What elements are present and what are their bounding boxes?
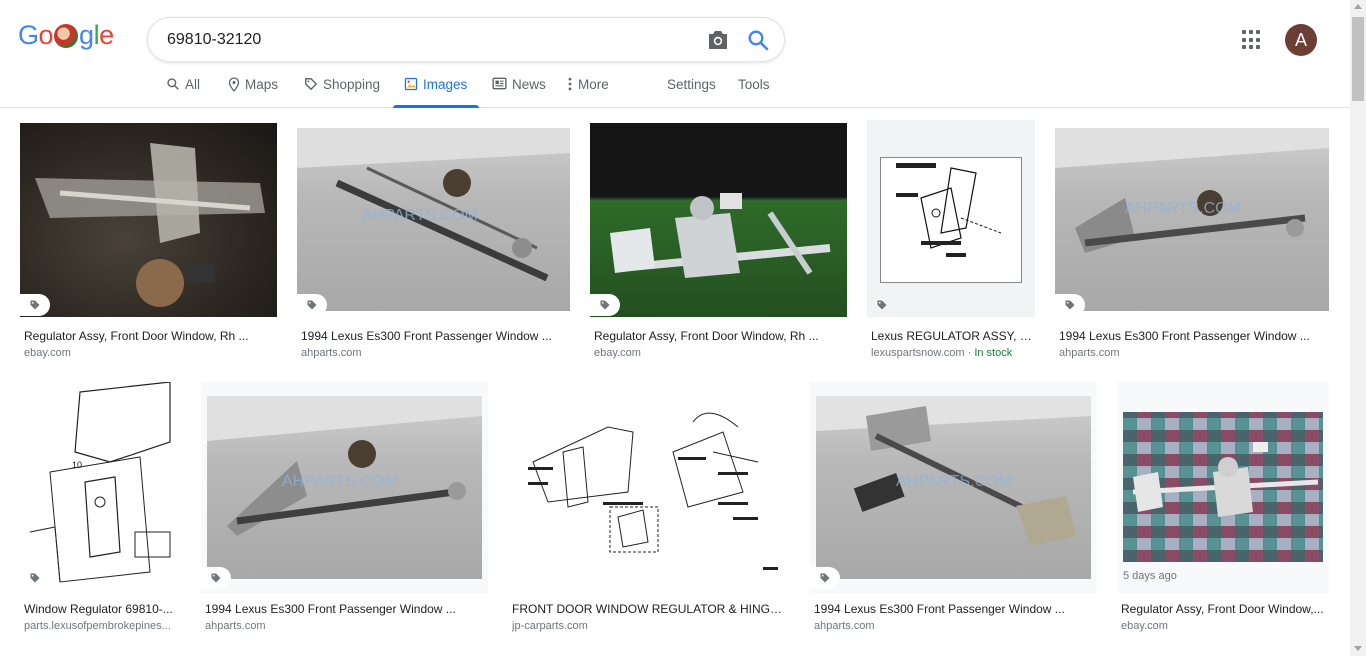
tag-icon (30, 300, 40, 310)
image-result[interactable]: 10 Window Regulator 69810-... parts.lexu… (20, 382, 181, 636)
result-source[interactable]: parts.lexusofpembrokepines... (24, 620, 181, 632)
tab-images[interactable]: Images (393, 68, 479, 108)
image-result[interactable]: 5 days ago Regulator Assy, Front Door Wi… (1117, 382, 1329, 636)
svg-text:10: 10 (72, 460, 82, 470)
result-thumbnail[interactable]: AHPARTS.COM (1055, 123, 1329, 317)
result-source[interactable]: jp-carparts.com (512, 620, 787, 632)
watermark: AHPARTS.COM (282, 473, 398, 490)
news-icon (492, 77, 507, 90)
result-thumbnail[interactable]: 10 (20, 382, 181, 593)
shopping-tag-badge (810, 567, 840, 589)
map-pin-icon (228, 77, 240, 92)
result-title[interactable]: 1994 Lexus Es300 Front Passenger Window … (814, 602, 1094, 616)
search-tabs: All Maps Shopping Images News More Setti… (0, 68, 800, 108)
avatar[interactable]: A (1285, 24, 1317, 56)
result-source[interactable]: ebay.com (24, 347, 274, 359)
active-tab-indicator (393, 105, 479, 108)
result-source[interactable]: lexuspartsnow.com · In stock (871, 347, 1035, 359)
tab-tools[interactable]: Tools (738, 68, 770, 108)
result-thumbnail[interactable]: AHPARTS.COM (810, 382, 1097, 593)
tag-icon (30, 573, 40, 583)
tab-more[interactable]: More (567, 68, 609, 108)
result-source[interactable]: ahparts.com (1059, 347, 1325, 359)
search-icon (167, 78, 179, 90)
result-thumbnail[interactable]: AHPARTS.COM (297, 123, 570, 317)
google-logo[interactable]: Go gle (18, 20, 114, 50)
image-result[interactable]: AHPARTS.COM 1994 Lexus Es300 Front Passe… (201, 382, 488, 636)
image-result[interactable]: AHPARTS.COM 1994 Lexus Es300 Front Passe… (810, 382, 1097, 636)
result-title[interactable]: Regulator Assy, Front Door Window, Rh ..… (594, 329, 844, 343)
tab-label: Maps (245, 77, 279, 92)
watermark: AHPARTS.COM (896, 473, 1012, 490)
page-scrollbar[interactable] (1350, 0, 1366, 656)
image-icon (404, 77, 418, 91)
result-source[interactable]: ahparts.com (814, 620, 1094, 632)
result-thumbnail[interactable]: AHPARTS.COM (201, 382, 488, 593)
in-stock-label: · In stock (964, 347, 1013, 359)
shopping-tag-badge (20, 567, 50, 589)
tab-label: Images (423, 77, 468, 92)
tab-label: Settings (667, 77, 716, 92)
tab-label: News (512, 77, 546, 92)
result-title[interactable]: 1994 Lexus Es300 Front Passenger Window … (1059, 329, 1325, 343)
tab-label: Shopping (323, 77, 381, 92)
camera-icon[interactable] (706, 29, 730, 51)
result-title[interactable]: Window Regulator 69810-... (24, 602, 179, 616)
time-ago-label: 5 days ago (1123, 570, 1177, 582)
more-vert-icon (568, 77, 572, 91)
image-result[interactable]: AHPARTS.COM 1994 Lexus Es300 Front Passe… (297, 123, 570, 363)
watermark: AHPARTS.COM (362, 207, 478, 224)
result-source[interactable]: ebay.com (1121, 620, 1325, 632)
result-thumbnail[interactable]: 5 days ago (1117, 382, 1329, 593)
result-source[interactable]: ahparts.com (205, 620, 485, 632)
image-result[interactable]: AHPARTS.COM 1994 Lexus Es300 Front Passe… (1055, 123, 1329, 363)
tag-icon (1065, 300, 1075, 310)
image-result[interactable]: Lexus REGULATOR ASSY, F... lexuspartsnow… (867, 120, 1035, 363)
header: Gogle A All Maps Shopping (0, 0, 1350, 108)
shopping-tag-badge (590, 294, 620, 316)
result-thumbnail[interactable] (867, 120, 1035, 317)
result-title[interactable]: Regulator Assy, Front Door Window, Rh ..… (24, 329, 274, 343)
result-source[interactable]: ebay.com (594, 347, 844, 359)
watermark: AHPARTS.COM (1125, 200, 1241, 217)
result-source[interactable]: ahparts.com (301, 347, 567, 359)
tab-maps[interactable]: Maps (228, 68, 278, 108)
shopping-tag-badge (867, 294, 897, 316)
result-thumbnail[interactable] (20, 123, 277, 317)
result-title[interactable]: 1994 Lexus Es300 Front Passenger Window … (301, 329, 567, 343)
apps-grid-icon[interactable] (1242, 30, 1262, 50)
result-thumbnail[interactable] (508, 382, 790, 593)
shopping-tag-badge (297, 294, 327, 316)
scroll-down-arrow-icon[interactable] (1354, 646, 1362, 651)
search-icon[interactable] (746, 28, 770, 52)
result-title[interactable]: FRONT DOOR WINDOW REGULATOR & HINGE ... (512, 602, 787, 616)
scroll-up-arrow-icon[interactable] (1354, 4, 1362, 9)
search-input[interactable] (167, 29, 687, 51)
tag-icon (600, 300, 610, 310)
tab-shopping[interactable]: Shopping (304, 68, 380, 108)
tag-icon (820, 573, 830, 583)
tab-news[interactable]: News (492, 68, 546, 108)
tab-all[interactable]: All (166, 68, 200, 108)
shopping-tag-badge (20, 294, 50, 316)
result-thumbnail[interactable] (590, 123, 847, 317)
result-title[interactable]: Regulator Assy, Front Door Window,... (1121, 602, 1325, 616)
image-result[interactable]: FRONT DOOR WINDOW REGULATOR & HINGE ... … (508, 382, 790, 636)
shopping-tag-badge (201, 567, 231, 589)
result-title[interactable]: Lexus REGULATOR ASSY, F... (871, 329, 1033, 343)
tag-icon (877, 300, 887, 310)
tab-label: Tools (738, 77, 770, 92)
tag-icon (305, 78, 317, 90)
result-title[interactable]: 1994 Lexus Es300 Front Passenger Window … (205, 602, 485, 616)
shopping-tag-badge (1055, 294, 1085, 316)
tag-icon (211, 573, 221, 583)
tab-label: More (578, 77, 609, 92)
image-result[interactable]: Regulator Assy, Front Door Window, Rh ..… (20, 123, 277, 363)
search-box (147, 17, 785, 62)
tab-settings[interactable]: Settings (667, 68, 716, 108)
image-result[interactable]: Regulator Assy, Front Door Window, Rh ..… (590, 123, 847, 363)
scrollbar-thumb[interactable] (1352, 17, 1364, 101)
tag-icon (307, 300, 317, 310)
tab-label: All (185, 77, 201, 92)
